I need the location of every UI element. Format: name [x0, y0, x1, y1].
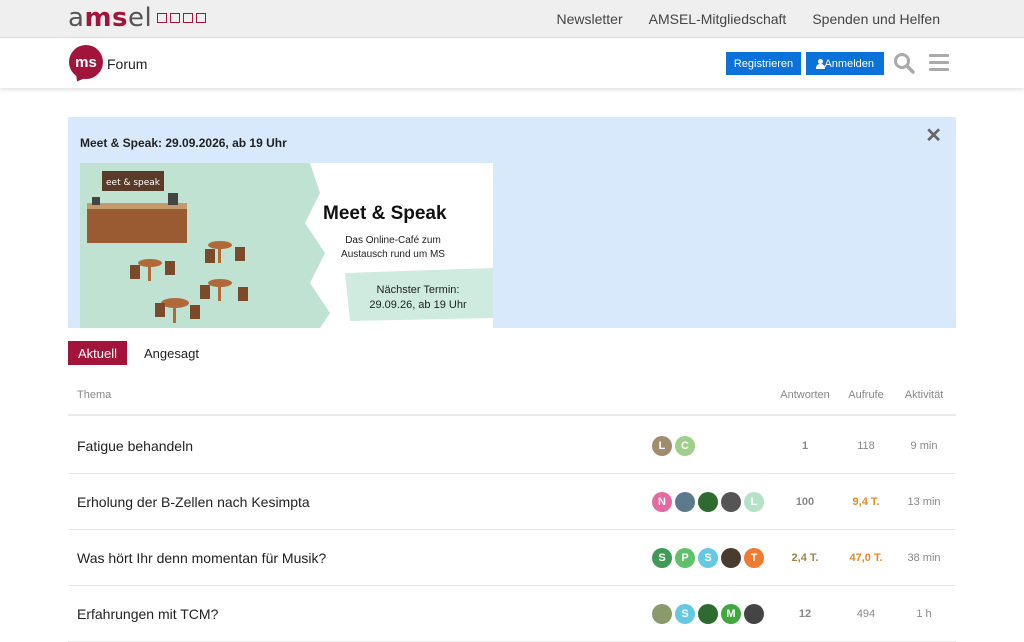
avatar[interactable]: S: [652, 548, 672, 568]
activity-time[interactable]: 38 min: [896, 552, 952, 564]
avatar[interactable]: [675, 492, 695, 512]
sign-text: eet & speak: [106, 178, 161, 188]
avatar[interactable]: T: [744, 548, 764, 568]
hamburger-menu-icon[interactable]: [929, 54, 949, 71]
tab-angesagt[interactable]: Angesagt: [134, 341, 209, 365]
avatar[interactable]: [698, 492, 718, 512]
banner-title: Meet & Speak: 29.09.2026, ab 19 Uhr: [80, 136, 287, 150]
reply-count: 12: [798, 608, 812, 620]
tab-aktuell[interactable]: Aktuell: [68, 341, 128, 365]
activity-time[interactable]: 13 min: [896, 496, 952, 508]
avatar[interactable]: S: [698, 548, 718, 568]
forum-title[interactable]: Forum: [107, 56, 147, 72]
avatar[interactable]: [744, 604, 764, 624]
view-count: 494: [856, 608, 876, 620]
avatar[interactable]: M: [721, 604, 741, 624]
avatar[interactable]: N: [652, 492, 672, 512]
avatar[interactable]: P: [675, 548, 695, 568]
table-row[interactable]: Was hört Ihr denn momentan für Musik? S P S…: [68, 530, 956, 586]
poster-avatars: NL: [652, 492, 764, 512]
top-brand-bar: amsel Newsletter AMSEL-Mitgliedschaft Sp…: [0, 0, 1024, 38]
poster-avatars: LC: [652, 436, 695, 456]
topic-table-header: Thema Antworten Aufrufe Aktivität: [68, 378, 956, 416]
poster-avatars: SPS T: [652, 548, 764, 568]
ms-logo[interactable]: ms: [69, 45, 103, 79]
poster-avatars: SM: [652, 604, 764, 624]
announcement-banner: Meet & Speak: 29.09.2026, ab 19 Uhr ✕ ee…: [68, 117, 956, 328]
register-button[interactable]: Registrieren: [726, 52, 801, 75]
reply-count: 1: [801, 440, 809, 452]
avatar[interactable]: [721, 548, 741, 568]
meet-speak-image[interactable]: eet & speak Meet & Speak Das Online-Café…: [80, 163, 493, 328]
avatar[interactable]: [652, 604, 672, 624]
promo-next-date: Nächster Termin: 29.09.26, ab 19 Uhr: [369, 284, 467, 311]
nav-membership[interactable]: AMSEL-Mitgliedschaft: [649, 11, 787, 27]
header-replies[interactable]: Antworten: [774, 389, 836, 401]
header-topic[interactable]: Thema: [77, 389, 111, 401]
view-count: 9,4 T.: [852, 496, 880, 508]
view-count: 118: [857, 440, 875, 452]
reply-count: 100: [795, 496, 815, 508]
forum-header: ms Forum Registrieren Anmelden: [0, 38, 1024, 88]
avatar[interactable]: L: [744, 492, 764, 512]
topic-title[interactable]: Fatigue behandeln: [77, 438, 193, 454]
login-button[interactable]: Anmelden: [806, 52, 884, 75]
user-icon: [816, 58, 826, 69]
promo-title: Meet & Speak: [323, 203, 447, 224]
table-row[interactable]: Fatigue behandeln L C 1 118 9 min: [68, 418, 956, 474]
table-row[interactable]: Erholung der B-Zellen nach Kesimpta N L 100…: [68, 474, 956, 530]
table-row[interactable]: Erfahrungen mit TCM? S M 12 494 1 h: [68, 586, 956, 642]
avatar[interactable]: L: [652, 436, 672, 456]
avatar[interactable]: C: [675, 436, 695, 456]
header-views[interactable]: Aufrufe: [840, 389, 892, 401]
reply-count: 2,4 T.: [791, 552, 819, 564]
activity-time[interactable]: 1 h: [896, 608, 952, 620]
topic-title[interactable]: Was hört Ihr denn momentan für Musik?: [77, 550, 326, 566]
login-label: Anmelden: [824, 57, 874, 70]
avatar[interactable]: [698, 604, 718, 624]
view-count: 47,0 T.: [849, 552, 883, 564]
nav-newsletter[interactable]: Newsletter: [556, 11, 622, 27]
close-icon[interactable]: ✕: [925, 123, 942, 148]
avatar[interactable]: [721, 492, 741, 512]
topic-title[interactable]: Erfahrungen mit TCM?: [77, 606, 218, 622]
header-activity[interactable]: Aktivität: [896, 389, 952, 401]
search-icon[interactable]: [893, 52, 915, 74]
topic-title[interactable]: Erholung der B-Zellen nach Kesimpta: [77, 494, 310, 510]
amsel-logo[interactable]: amsel: [68, 3, 207, 33]
top-nav: Newsletter AMSEL-Mitgliedschaft Spenden …: [556, 11, 940, 27]
brand-text: amsel: [68, 3, 153, 33]
nav-donate[interactable]: Spenden und Helfen: [812, 11, 940, 27]
avatar[interactable]: S: [675, 604, 695, 624]
promo-subtitle: Das Online-Café zum Austausch rund um MS: [341, 235, 445, 260]
activity-time[interactable]: 9 min: [896, 440, 952, 452]
brand-squares: [157, 13, 207, 23]
